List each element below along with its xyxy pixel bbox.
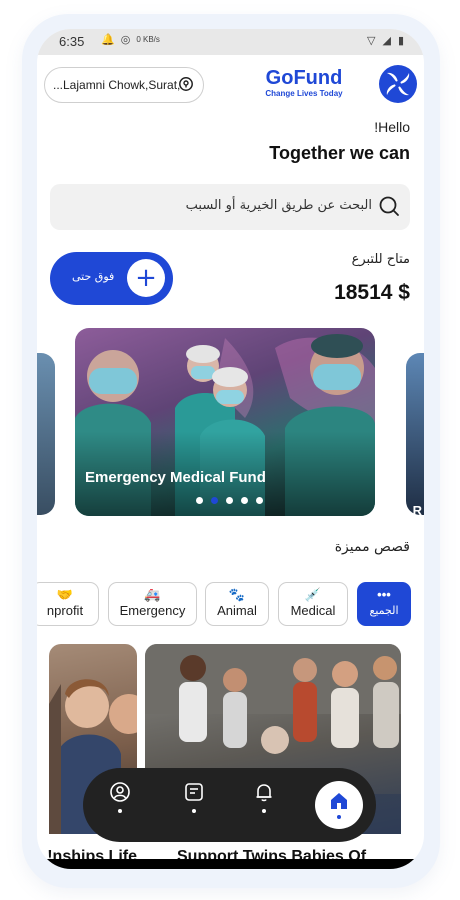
screen-bottom-edge [37,859,424,869]
category-chip-all[interactable]: ••• الجميع [357,582,411,626]
nav-indicator-dot [118,809,122,813]
carousel-dot-active[interactable] [211,497,218,504]
search-input[interactable]: البحث عن طريق الخيرية أو السبب [50,184,410,230]
search-placeholder: البحث عن طريق الخيرية أو السبب [185,198,372,213]
nav-indicator-dot [262,809,266,813]
category-chip-medical[interactable]: 💉 Medical [278,582,348,626]
category-chip-nonprofit[interactable]: 🤝 nprofit [37,582,99,626]
campaign-carousel[interactable]: Emergency Medical Fund R [37,328,424,518]
bottom-navigation [83,768,376,842]
location-selector[interactable]: ...Lajamni Chowk,Surat, [44,67,204,103]
headline-text: Together we can [269,143,410,163]
paw-icon: 🐾 [228,587,246,602]
nav-notes[interactable] [174,781,214,831]
bell-icon [256,784,272,802]
available-label: متاح للتبرع [351,252,410,267]
phone-screen: 6:35 🔔 ◎ 0 KB/s ▽ ◢ ▮ ...Lajamni Chowk,S… [37,29,424,869]
nav-profile[interactable] [100,781,140,831]
carousel-dot[interactable] [256,497,263,504]
carousel-dot[interactable] [226,497,233,504]
category-chip-emergency[interactable]: 🚑 Emergency [108,582,197,626]
brand: GoFund Change Lives Today [259,67,349,99]
status-time: 6:35 [59,34,85,49]
brand-logo-icon[interactable] [378,64,418,104]
syringe-icon: 💉 [304,587,322,602]
home-icon [331,793,347,809]
hello-text: !Hello [374,119,410,135]
profile-icon [110,782,130,802]
nav-indicator-dot [192,809,196,813]
carousel-dots [196,497,263,504]
donate-button-label: فوق حتى [72,270,115,283]
category-chip-animal[interactable]: 🐾 Animal [205,582,269,626]
brand-title: GoFund [265,67,343,89]
location-pin-icon [179,77,193,91]
nav-active-dot [337,815,341,819]
category-chip-label: الجميع [369,604,399,617]
plus-icon: + [127,259,165,297]
category-chip-label: Medical [290,603,336,618]
carousel-slide-title: Emergency Medical Fund [85,469,266,486]
category-chip-label: Animal [217,603,257,618]
location-text: ...Lajamni Chowk,Surat, [53,78,181,92]
medical-team-photo [75,328,375,516]
nav-notifications[interactable] [244,781,284,831]
status-bar: 6:35 🔔 ◎ 0 KB/s ▽ ◢ ▮ [37,29,424,55]
carousel-dot[interactable] [241,497,248,504]
search-icon[interactable] [378,195,400,217]
status-icons-left: 🔔 ◎ 0 KB/s [101,33,160,46]
category-chips: 🤝 nprofit 🚑 Emergency 🐾 Animal 💉 Medical… [37,582,424,627]
carousel-next-title: R [412,503,422,518]
carousel-slide-main[interactable]: Emergency Medical Fund [75,328,375,516]
network-speed: 0 KB/s [136,35,160,44]
signal-icon: ◢ [382,35,391,47]
featured-stories-title: قصص مميزة [334,539,410,555]
handshake-icon: 🤝 [56,587,74,602]
battery-icon: ▮ [397,35,404,47]
status-icons-right: ▽ ◢ ▮ [367,34,404,47]
dots-icon: ••• [377,587,391,602]
bell-icon: 🔔 [101,34,115,46]
instagram-icon: ◎ [120,34,131,46]
wifi-icon: ▽ [367,35,376,47]
brand-tagline: Change Lives Today [265,89,343,98]
carousel-slide-next[interactable]: R [406,353,424,518]
ambulance-icon: 🚑 [144,587,161,602]
donate-button[interactable]: فوق حتى + [50,252,173,305]
notes-icon [185,783,203,801]
carousel-dot[interactable] [196,497,203,504]
nav-home[interactable] [315,781,363,829]
category-chip-label: Emergency [119,603,186,618]
category-chip-label: nprofit [46,603,84,618]
available-amount: 18514 $ [334,281,410,304]
carousel-slide-prev[interactable] [37,353,55,515]
